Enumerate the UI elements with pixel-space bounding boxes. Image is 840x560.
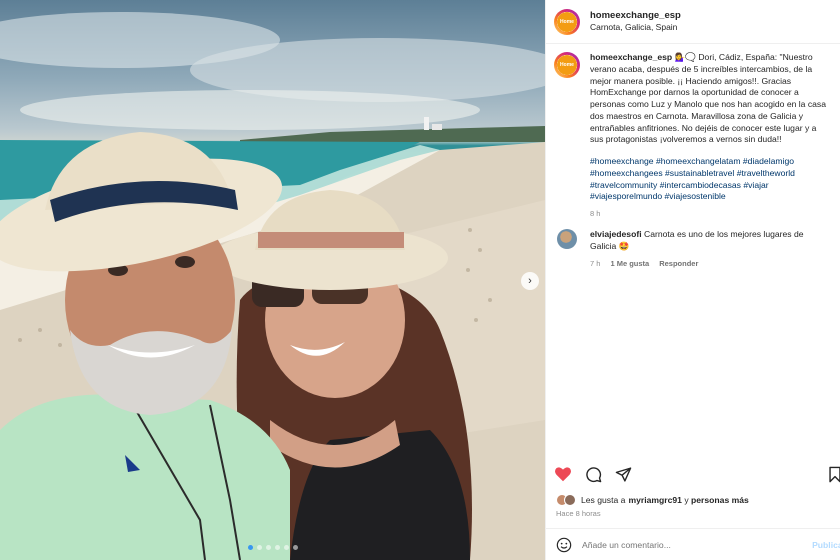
liker-username[interactable]: myriamgrc91: [628, 495, 682, 505]
carousel-dots: [0, 545, 545, 550]
hashtag-link[interactable]: #traveltheworld: [737, 168, 795, 178]
comment-username[interactable]: elviajedesofi: [590, 229, 642, 239]
publish-button[interactable]: Publicar: [812, 540, 840, 550]
bookmark-icon: [829, 466, 840, 482]
avatar[interactable]: Home: [554, 52, 580, 78]
liker-avatars: [556, 494, 576, 506]
carousel-dot: [247, 545, 253, 550]
post-location[interactable]: Carnota, Galicia, Spain: [590, 22, 681, 33]
carousel-next-button[interactable]: ›: [521, 272, 539, 290]
like-button[interactable]: [554, 465, 572, 483]
caption-timestamp[interactable]: 8 h: [590, 209, 600, 219]
avatar[interactable]: [564, 494, 576, 506]
comment-item: elviajedesofi Carnota es uno de los mejo…: [554, 229, 830, 269]
post-timestamp[interactable]: Hace 8 horas: [556, 509, 601, 518]
comment-input[interactable]: [582, 539, 792, 550]
save-button[interactable]: [826, 465, 840, 483]
chevron-right-icon: ›: [528, 275, 532, 287]
hashtag-list: #homeexchange #homeexchangelatam #diadel…: [590, 156, 830, 203]
comment-button[interactable]: [584, 465, 602, 483]
hashtag-link[interactable]: #viajesostenible: [665, 191, 726, 201]
hashtag-link[interactable]: #homeexchangees: [590, 168, 663, 178]
hashtag-link[interactable]: #travelcommunity: [590, 180, 657, 190]
post-header: Home homeexchange_esp Carnota, Galicia, …: [546, 0, 840, 44]
hashtag-link[interactable]: #sustainabletravel: [665, 168, 734, 178]
hashtag-link[interactable]: #viajesporelmundo: [590, 191, 662, 201]
carousel-dot: [283, 545, 289, 550]
beach-selfie-illustration: [0, 12, 545, 560]
hashtag-link[interactable]: #intercambiodecasas: [660, 180, 741, 190]
post-photo[interactable]: ›: [0, 0, 545, 560]
caption: Home homeexchange_esp 💁‍♀️🗨️ Dori, Cádiz…: [554, 52, 830, 219]
hashtag-link[interactable]: #diadelamigo: [743, 156, 794, 166]
logo-icon: Home: [557, 11, 577, 32]
share-button[interactable]: [614, 465, 632, 483]
carousel-dot: [265, 545, 271, 550]
post-author-username[interactable]: homeexchange_esp: [590, 10, 681, 22]
caption-emoji: 💁‍♀️🗨️: [674, 52, 696, 62]
others-likes-link[interactable]: personas más: [691, 495, 749, 505]
hashtag-link[interactable]: #homeexchangelatam: [656, 156, 741, 166]
avatar[interactable]: [557, 229, 577, 250]
hashtag-link[interactable]: #homeexchange: [590, 156, 654, 166]
carousel-dot: [292, 545, 298, 550]
carousel-dot: [274, 545, 280, 550]
comments-section: Home homeexchange_esp 💁‍♀️🗨️ Dori, Cádiz…: [546, 44, 840, 269]
comment-icon: [585, 466, 601, 482]
avatar[interactable]: Home: [554, 8, 580, 35]
hashtag-link[interactable]: #viajar: [743, 180, 768, 190]
reply-button[interactable]: Responder: [659, 259, 698, 269]
caption-username[interactable]: homeexchange_esp: [590, 52, 672, 62]
comment-likes-count[interactable]: 1 Me gusta: [610, 259, 649, 269]
add-comment-bar: Publicar: [546, 528, 840, 560]
logo-icon: Home: [557, 55, 577, 75]
carousel-dot: [256, 545, 262, 550]
caption-text: Dori, Cádiz, España: "Nuestro verano aca…: [590, 52, 827, 145]
post-actions: [554, 465, 840, 483]
likes-summary: Les gusta a myriamgrc91 y personas más: [556, 494, 749, 506]
likes-prefix: Les gusta a: [581, 495, 626, 505]
smiley-icon[interactable]: [556, 537, 572, 553]
comment-timestamp[interactable]: 7 h: [590, 259, 600, 269]
post-sidebar: Home homeexchange_esp Carnota, Galicia, …: [545, 0, 840, 560]
heart-icon: [555, 467, 571, 482]
likes-connector: y: [681, 495, 692, 505]
paper-plane-icon: [615, 466, 631, 482]
